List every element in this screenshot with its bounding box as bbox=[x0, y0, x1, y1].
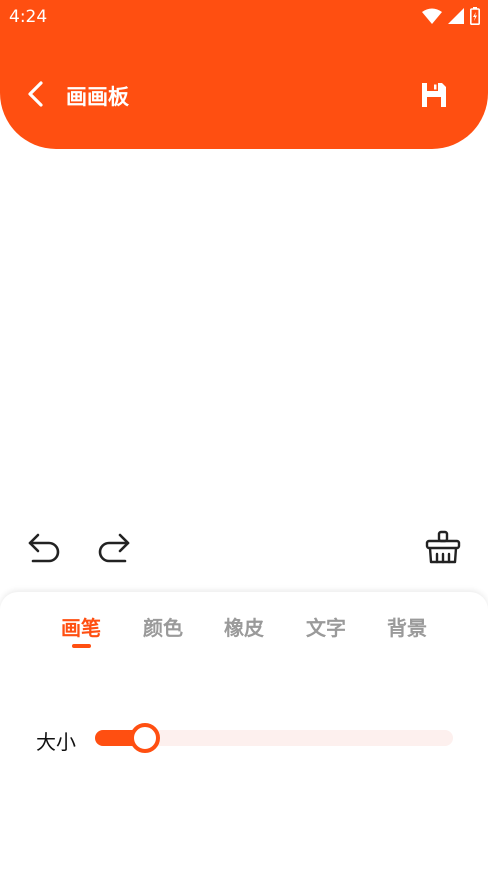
size-slider[interactable] bbox=[95, 723, 453, 753]
wifi-icon bbox=[422, 8, 442, 24]
back-button[interactable] bbox=[20, 78, 50, 110]
tab-eraser[interactable]: 橡皮 bbox=[214, 612, 274, 641]
redo-button[interactable] bbox=[94, 528, 134, 568]
battery-icon bbox=[470, 7, 480, 25]
broom-basket-icon bbox=[425, 530, 461, 564]
floppy-disk-icon bbox=[422, 83, 446, 107]
tab-brush[interactable]: 画笔 bbox=[51, 612, 111, 641]
save-button[interactable] bbox=[417, 78, 451, 112]
app-header: 4:24 画画板 bbox=[0, 0, 488, 149]
drawing-canvas[interactable] bbox=[0, 149, 488, 519]
tool-panel: 画笔 颜色 橡皮 文字 背景 大小 bbox=[0, 592, 488, 869]
tab-background[interactable]: 背景 bbox=[377, 612, 437, 641]
status-time: 4:24 bbox=[9, 7, 48, 27]
redo-icon bbox=[98, 533, 130, 563]
size-slider-thumb[interactable] bbox=[130, 723, 160, 753]
undo-button[interactable] bbox=[24, 528, 64, 568]
tab-color[interactable]: 颜色 bbox=[133, 612, 193, 641]
tab-text[interactable]: 文字 bbox=[296, 612, 356, 641]
chevron-left-icon bbox=[28, 81, 43, 107]
size-label: 大小 bbox=[36, 730, 76, 754]
active-tab-indicator bbox=[72, 644, 91, 648]
status-icons bbox=[422, 7, 480, 25]
undo-icon bbox=[28, 533, 60, 563]
page-title: 画画板 bbox=[66, 85, 129, 109]
clear-canvas-button[interactable] bbox=[423, 528, 463, 568]
signal-icon bbox=[448, 8, 464, 24]
